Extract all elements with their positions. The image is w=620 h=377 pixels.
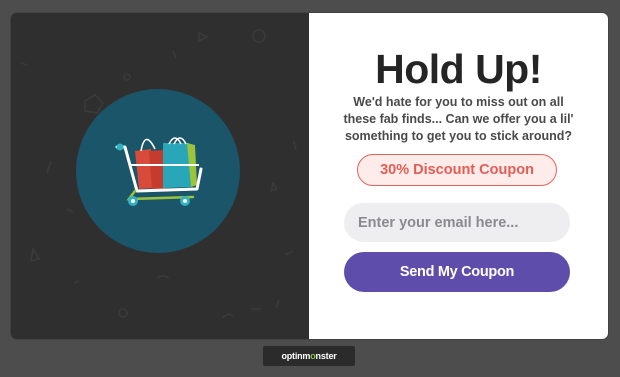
- form-panel: Hold Up! We'd hate for you to miss out o…: [309, 13, 608, 339]
- illustration-panel: [11, 13, 309, 339]
- discount-coupon-badge: 30% Discount Coupon: [357, 154, 557, 186]
- send-coupon-button[interactable]: Send My Coupon: [344, 252, 570, 292]
- background-pattern: [20, 29, 297, 319]
- badge-text-suffix: nster: [315, 351, 337, 361]
- popup-subtext: We'd hate for you to miss out on all the…: [343, 95, 574, 143]
- optinmonster-badge[interactable]: optinm o nster: [263, 346, 355, 366]
- email-input[interactable]: [344, 203, 570, 242]
- popup-modal: Hold Up! We'd hate for you to miss out o…: [11, 13, 608, 339]
- popup-headline: Hold Up!: [375, 46, 542, 92]
- badge-text-prefix: optinm: [281, 351, 311, 361]
